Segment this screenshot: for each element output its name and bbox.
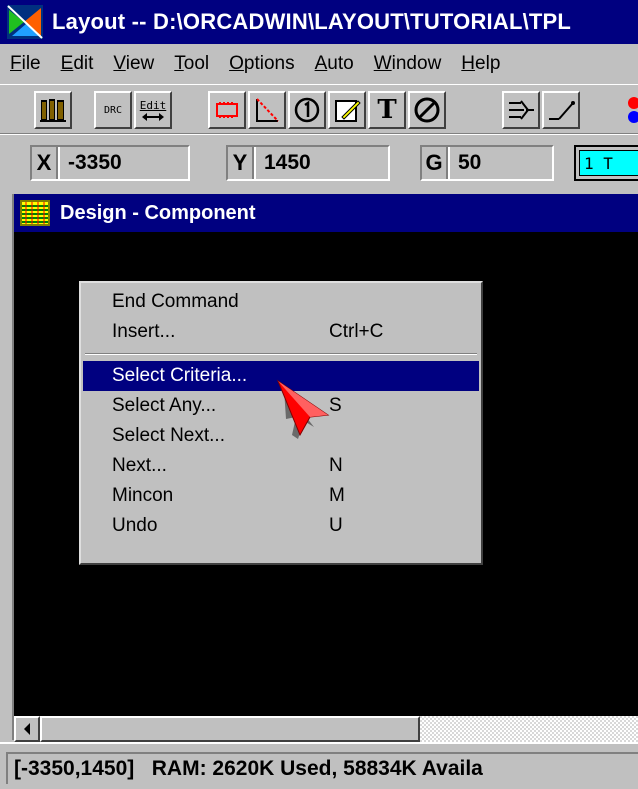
library-manager-button[interactable] (34, 91, 72, 129)
menu-view-mnemonic: V (113, 53, 126, 74)
menu-edit[interactable]: Edit (61, 53, 94, 75)
layout-app-icon[interactable] (6, 2, 46, 42)
menu-item-next[interactable]: Next... N (81, 451, 481, 481)
undo-label: Undo (112, 515, 158, 536)
menu-help-label: elp (475, 53, 501, 74)
obstacle-tool-button[interactable] (248, 91, 286, 129)
select-next-label: Select Next... (112, 425, 225, 446)
text-tool-label: T (377, 95, 397, 125)
mincon-shortcut: M (329, 485, 345, 506)
insert-shortcut: Ctrl+C (329, 321, 384, 342)
y-coordinate-value: 1450 (254, 147, 388, 179)
menu-window-mnemonic: W (373, 53, 392, 74)
menu-help[interactable]: Help (461, 53, 500, 75)
arrow-left-icon (24, 723, 30, 735)
text-tool-button[interactable]: T (368, 91, 406, 129)
x-coordinate-value: -3350 (58, 147, 188, 179)
menu-bar: File Edit View Tool Options Auto Window … (0, 44, 638, 84)
grid-field[interactable]: G 50 (420, 145, 554, 181)
layer-value: 1 T (579, 150, 638, 176)
pin-tool-button[interactable] (288, 91, 326, 129)
menu-tool[interactable]: Tool (174, 53, 209, 75)
mincon-label: Mincon (112, 485, 174, 506)
menu-edit-mnemonic: E (60, 53, 74, 74)
window-title: Layout -- D:\ORCADWIN\LAYOUT\TUTORIAL\TP… (52, 9, 572, 34)
design-window-icon[interactable] (20, 200, 50, 226)
scrollbar-thumb[interactable] (40, 716, 420, 742)
layer-selector[interactable]: 1 T (574, 145, 638, 181)
menu-item-end-command[interactable]: End Command (81, 287, 481, 317)
select-any-label: Select Any... (112, 395, 217, 416)
menu-window-label: indow (391, 53, 442, 74)
scroll-left-button[interactable] (14, 716, 40, 742)
menu-item-insert[interactable]: Insert... Ctrl+C (81, 317, 481, 347)
coordinate-bar: X -3350 Y 1450 G 50 1 T (0, 134, 638, 190)
spreadsheet-icon (509, 100, 534, 120)
spreadsheet-button[interactable] (502, 91, 540, 129)
menu-separator (81, 347, 481, 361)
status-bar: [-3350,1450] RAM: 2620K Used, 58834K Ava… (0, 742, 638, 789)
edit-arrows-icon (142, 112, 164, 121)
connection-tool-button[interactable] (542, 91, 580, 129)
undo-shortcut: U (329, 515, 343, 536)
menu-options-label: ptions (243, 53, 295, 74)
mdi-frame-edge (0, 194, 14, 740)
component-tool-button[interactable] (208, 91, 246, 129)
pencil-pad-icon (335, 100, 361, 122)
menu-help-mnemonic: H (461, 53, 476, 74)
edit-button[interactable]: Edit (134, 91, 172, 129)
menu-auto[interactable]: Auto (315, 53, 354, 75)
menu-options-mnemonic: O (229, 53, 244, 74)
menu-options[interactable]: Options (229, 53, 294, 75)
horizontal-scrollbar[interactable] (14, 716, 638, 742)
insert-label: Insert... (112, 321, 176, 342)
mouse-pointer-icon (270, 377, 340, 443)
toolbar: DRC Edit T (0, 84, 638, 134)
design-window-titlebar[interactable]: Design - Component (14, 194, 638, 232)
grid-value: 50 (448, 147, 552, 179)
error-tool-button[interactable] (408, 91, 446, 129)
y-coordinate-field[interactable]: Y 1450 (226, 145, 390, 181)
x-coordinate-field[interactable]: X -3350 (30, 145, 190, 181)
menu-file-mnemonic: F (10, 53, 22, 74)
menu-edit-label: dit (73, 53, 94, 74)
drc-button[interactable]: DRC (94, 91, 132, 129)
menu-file[interactable]: File (10, 53, 41, 75)
next-shortcut: N (329, 455, 343, 476)
y-coordinate-label: Y (228, 147, 254, 179)
menu-view[interactable]: View (113, 53, 154, 75)
menu-view-label: iew (125, 53, 155, 74)
app-titlebar[interactable]: Layout -- D:\ORCADWIN\LAYOUT\TUTORIAL\TP… (0, 0, 638, 44)
grid-label: G (422, 147, 448, 179)
design-window-title: Design - Component (60, 201, 256, 224)
menu-tool-label: ool (183, 53, 210, 74)
x-coordinate-label: X (32, 147, 58, 179)
drc-label: DRC (103, 104, 123, 116)
menu-item-undo[interactable]: Undo U (81, 511, 481, 541)
pin-number-icon (294, 97, 320, 123)
menu-auto-label: uto (327, 53, 354, 74)
menu-window[interactable]: Window (374, 53, 442, 75)
obstacle-icon (256, 98, 279, 122)
library-books-icon (40, 99, 66, 122)
select-criteria-label: Select Criteria... (112, 365, 248, 386)
status-text: [-3350,1450] RAM: 2620K Used, 58834K Ava… (6, 752, 638, 784)
menu-auto-mnemonic: A (314, 53, 328, 74)
color-dots-icon[interactable] (618, 91, 638, 129)
menu-file-label: ile (21, 53, 41, 74)
edit-label: Edit (139, 98, 167, 112)
error-circle-icon (414, 97, 440, 123)
edit-pad-button[interactable] (328, 91, 366, 129)
end-command-label: End Command (112, 291, 239, 312)
connection-icon (549, 101, 575, 120)
next-label: Next... (112, 455, 167, 476)
menu-item-mincon[interactable]: Mincon M (81, 481, 481, 511)
component-icon (216, 102, 238, 118)
menu-tool-mnemonic: T (174, 53, 184, 74)
